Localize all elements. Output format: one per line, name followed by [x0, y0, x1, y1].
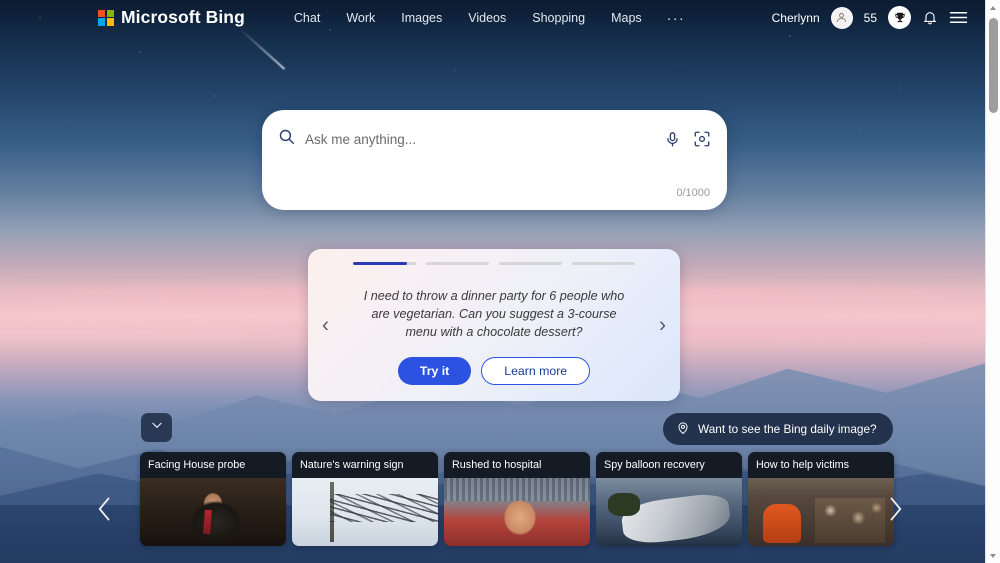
- news-card[interactable]: Facing House probe: [140, 452, 286, 546]
- scrollbar-thumb[interactable]: [988, 18, 998, 113]
- chevron-left-icon[interactable]: ‹: [322, 315, 329, 336]
- news-card[interactable]: Nature's warning sign: [292, 452, 438, 546]
- header-user-area: Cherlynn 55: [772, 6, 968, 29]
- nav-more-icon[interactable]: ···: [667, 11, 686, 25]
- news-card-title: Nature's warning sign: [300, 459, 404, 471]
- visual-search-camera-icon[interactable]: [693, 130, 711, 148]
- news-card-header: Spy balloon recovery: [596, 452, 742, 478]
- try-it-button[interactable]: Try it: [397, 357, 472, 386]
- chevron-right-icon[interactable]: ›: [659, 315, 666, 336]
- search-action-icons: [664, 130, 711, 148]
- nav-shopping[interactable]: Shopping: [531, 9, 586, 27]
- bell-icon[interactable]: [922, 10, 938, 26]
- nav-maps[interactable]: Maps: [610, 9, 643, 27]
- brand-title: Microsoft Bing: [121, 7, 245, 27]
- news-card-thumbnail: [596, 478, 742, 546]
- progress-segment[interactable]: [426, 262, 489, 266]
- progress-segment[interactable]: [353, 262, 416, 266]
- nav-chat[interactable]: Chat: [293, 9, 321, 27]
- news-card-thumbnail: [140, 478, 286, 546]
- trophy-icon[interactable]: [888, 6, 911, 29]
- collapse-feed-button[interactable]: [141, 413, 172, 442]
- scroll-up-arrow-icon[interactable]: [986, 0, 1000, 15]
- news-card-header: How to help victims: [748, 452, 894, 478]
- news-card-thumbnail: [748, 478, 894, 546]
- news-card-title: Spy balloon recovery: [604, 459, 705, 471]
- news-card[interactable]: Rushed to hospital: [444, 452, 590, 546]
- scroll-down-arrow-icon[interactable]: [986, 548, 1000, 563]
- chevron-down-icon: [150, 418, 164, 437]
- suggestion-prompt-text: I need to throw a dinner party for 6 peo…: [363, 289, 625, 340]
- news-carousel: Facing House probe Nature's warning sign…: [140, 452, 894, 546]
- search-icon: [278, 128, 295, 150]
- news-next-button[interactable]: [880, 488, 910, 530]
- news-card-thumbnail: [444, 478, 590, 546]
- hamburger-menu-icon[interactable]: [949, 10, 968, 25]
- news-card[interactable]: Spy balloon recovery: [596, 452, 742, 546]
- nav-images[interactable]: Images: [400, 9, 443, 27]
- search-input[interactable]: [305, 131, 664, 147]
- carousel-progress-indicator: [353, 262, 635, 266]
- main-navigation: Chat Work Images Videos Shopping Maps ··…: [293, 9, 685, 27]
- search-input-row: [262, 110, 727, 154]
- news-card-header: Rushed to hospital: [444, 452, 590, 478]
- vertical-scrollbar[interactable]: [985, 0, 1000, 563]
- nav-videos[interactable]: Videos: [467, 9, 507, 27]
- bing-logo[interactable]: Microsoft Bing: [98, 7, 245, 28]
- news-card-title: How to help victims: [756, 459, 850, 471]
- top-header: Microsoft Bing Chat Work Images Videos S…: [0, 0, 985, 35]
- news-prev-button[interactable]: [90, 488, 120, 530]
- rewards-points-count: 55: [863, 10, 877, 25]
- daily-image-label: Want to see the Bing daily image?: [698, 422, 877, 436]
- progress-segment[interactable]: [499, 262, 562, 266]
- nav-work[interactable]: Work: [345, 9, 376, 27]
- news-card[interactable]: How to help victims: [748, 452, 894, 546]
- suggestion-card: I need to throw a dinner party for 6 peo…: [308, 249, 680, 401]
- character-counter: 0/1000: [676, 187, 710, 199]
- search-box[interactable]: 0/1000: [262, 110, 727, 210]
- news-card-title: Rushed to hospital: [452, 459, 542, 471]
- learn-more-button[interactable]: Learn more: [481, 357, 591, 386]
- microphone-icon[interactable]: [664, 131, 681, 148]
- scrollbar-track[interactable]: [986, 15, 1000, 548]
- news-card-header: Facing House probe: [140, 452, 286, 478]
- bing-daily-image-button[interactable]: Want to see the Bing daily image?: [663, 413, 893, 445]
- suggestion-actions: Try it Learn more: [397, 357, 591, 386]
- location-pin-icon: [676, 421, 690, 438]
- user-name-label[interactable]: Cherlynn: [772, 11, 820, 25]
- progress-segment[interactable]: [572, 262, 635, 266]
- microsoft-logo-icon: [98, 9, 114, 26]
- news-card-header: Nature's warning sign: [292, 452, 438, 478]
- person-avatar-icon[interactable]: [830, 6, 853, 29]
- news-card-thumbnail: [292, 478, 438, 546]
- news-card-title: Facing House probe: [148, 459, 246, 471]
